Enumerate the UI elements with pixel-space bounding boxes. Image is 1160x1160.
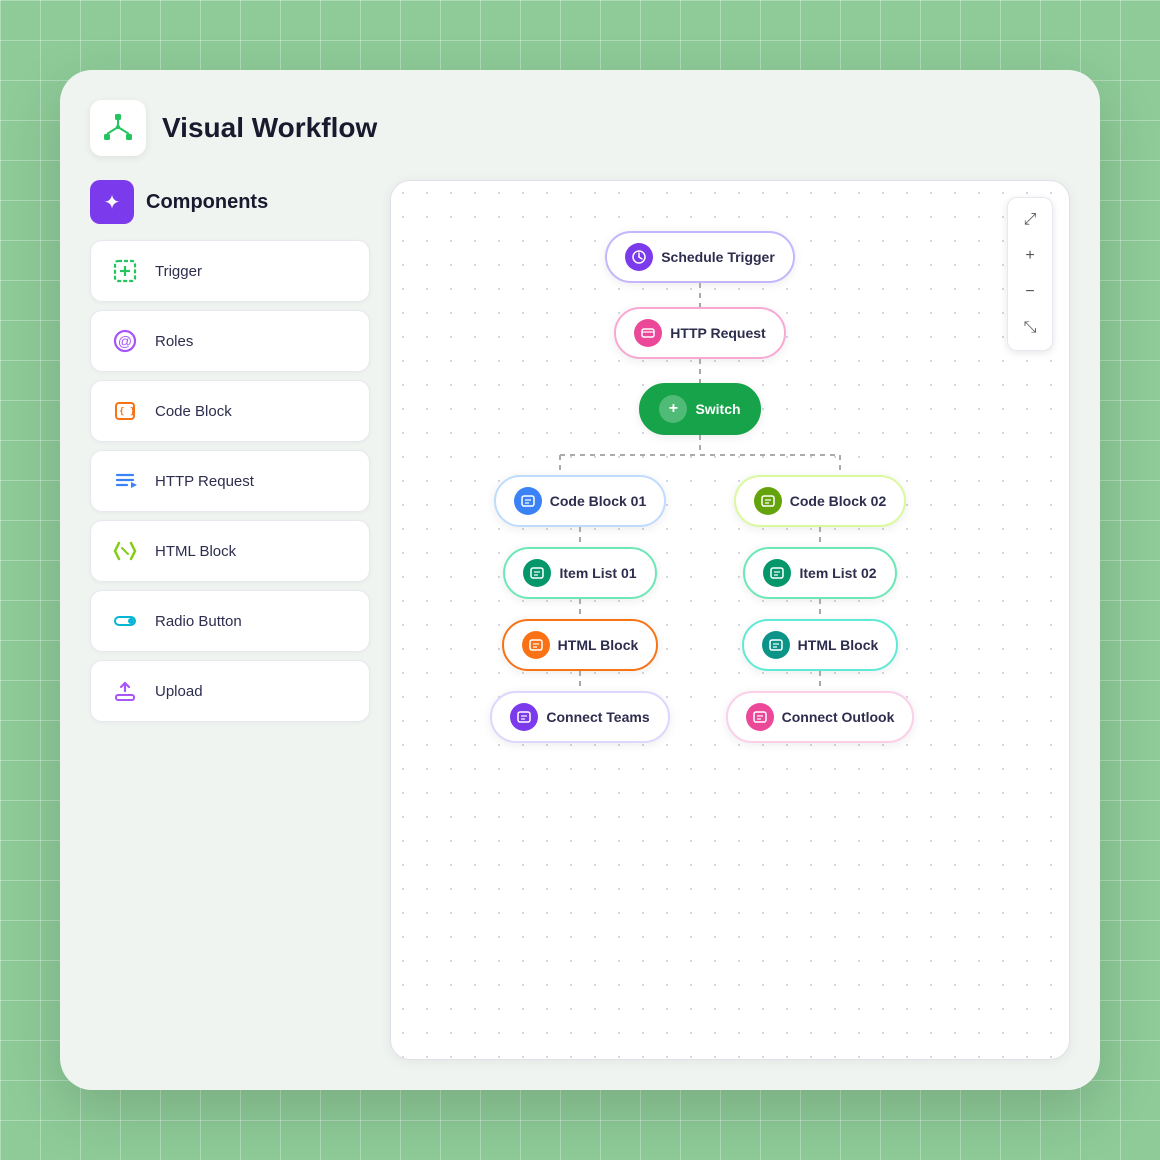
sidebar-label-html-block: HTML Block	[155, 543, 236, 560]
node-item-list-01[interactable]: Item List 01	[503, 547, 656, 599]
components-icon: ✦	[90, 180, 134, 224]
sidebar-item-html-block[interactable]: HTML Block	[90, 520, 370, 582]
connector-2	[699, 359, 701, 383]
sidebar-label-http-request: HTTP Request	[155, 473, 254, 490]
app-title: Visual Workflow	[162, 112, 377, 144]
components-label: Components	[146, 191, 268, 214]
connector-cb01-il01	[579, 527, 581, 547]
connect-teams-icon	[510, 703, 538, 731]
svg-text:{ }: { }	[119, 407, 135, 417]
roles-icon: @	[109, 325, 141, 357]
html-block-01-label: HTML Block	[558, 637, 639, 653]
connector-html01-teams	[579, 671, 581, 691]
sidebar-item-radio-button[interactable]: Radio Button	[90, 590, 370, 652]
code-block-02-label: Code Block 02	[790, 493, 886, 509]
main-card: Visual Workflow ✦ Components Trigger @	[60, 70, 1100, 1090]
app-logo	[90, 100, 146, 156]
sidebar-label-roles: Roles	[155, 333, 193, 350]
node-code-block-01[interactable]: Code Block 01	[494, 475, 666, 527]
html-block-02-icon	[762, 631, 790, 659]
connect-teams-label: Connect Teams	[546, 709, 649, 725]
node-connect-outlook[interactable]: Connect Outlook	[726, 691, 915, 743]
code-block-01-icon	[514, 487, 542, 515]
switch-icon: +	[659, 395, 687, 423]
canvas-controls: ⤢ + − ⤡	[1007, 197, 1053, 351]
connector-il02-html02	[819, 599, 821, 619]
code-block-01-label: Code Block 01	[550, 493, 646, 509]
node-schedule-trigger[interactable]: Schedule Trigger	[605, 231, 795, 283]
node-html-block-02[interactable]: HTML Block	[742, 619, 899, 671]
zoom-out-button[interactable]: −	[1014, 276, 1046, 308]
radio-icon	[109, 605, 141, 637]
node-connect-teams[interactable]: Connect Teams	[490, 691, 669, 743]
item-list-02-icon	[763, 559, 791, 587]
connector-cb02-il02	[819, 527, 821, 547]
item-list-02-label: Item List 02	[799, 565, 876, 581]
sidebar-label-code-block: Code Block	[155, 403, 232, 420]
node-http-request[interactable]: HTTP Request	[614, 307, 785, 359]
connect-outlook-icon	[746, 703, 774, 731]
workflow-canvas: ⤢ + − ⤡ Schedule Trigger	[390, 180, 1070, 1060]
html-icon	[109, 535, 141, 567]
node-switch[interactable]: + Switch	[639, 383, 760, 435]
svg-text:@: @	[118, 333, 132, 349]
node-item-list-02[interactable]: Item List 02	[743, 547, 896, 599]
zoom-in-button[interactable]: +	[1014, 240, 1046, 272]
fit-button[interactable]: ⤡	[1014, 312, 1046, 344]
sidebar-label-upload: Upload	[155, 683, 203, 700]
expand-button[interactable]: ⤢	[1014, 204, 1046, 236]
schedule-trigger-label: Schedule Trigger	[661, 249, 775, 265]
network-icon	[102, 112, 134, 144]
http-request-icon	[634, 319, 662, 347]
html-block-01-icon	[522, 631, 550, 659]
connector-il01-html01	[579, 599, 581, 619]
main-content: ✦ Components Trigger @ Roles	[90, 180, 1070, 1060]
http-icon	[109, 465, 141, 497]
connector-1	[699, 283, 701, 307]
components-header: ✦ Components	[90, 180, 370, 224]
schedule-trigger-icon	[625, 243, 653, 271]
sidebar-item-upload[interactable]: Upload	[90, 660, 370, 722]
switch-label: Switch	[695, 401, 740, 417]
trigger-icon	[109, 255, 141, 287]
node-html-block-01[interactable]: HTML Block	[502, 619, 659, 671]
sidebar-item-http-request[interactable]: HTTP Request	[90, 450, 370, 512]
upload-icon	[109, 675, 141, 707]
item-list-01-label: Item List 01	[559, 565, 636, 581]
code-block-02-icon	[754, 487, 782, 515]
node-code-block-02[interactable]: Code Block 02	[734, 475, 906, 527]
sidebar-item-code-block[interactable]: { } Code Block	[90, 380, 370, 442]
code-block-icon: { }	[109, 395, 141, 427]
app-header: Visual Workflow	[90, 100, 1070, 156]
connector-html02-outlook	[819, 671, 821, 691]
http-request-label: HTTP Request	[670, 325, 765, 341]
sidebar: ✦ Components Trigger @ Roles	[90, 180, 370, 1060]
sidebar-label-radio-button: Radio Button	[155, 613, 242, 630]
branch-connector-svg	[440, 435, 960, 475]
sidebar-item-trigger[interactable]: Trigger	[90, 240, 370, 302]
sidebar-label-trigger: Trigger	[155, 263, 202, 280]
item-list-01-icon	[523, 559, 551, 587]
html-block-02-label: HTML Block	[798, 637, 879, 653]
connect-outlook-label: Connect Outlook	[782, 709, 895, 725]
sidebar-item-roles[interactable]: @ Roles	[90, 310, 370, 372]
